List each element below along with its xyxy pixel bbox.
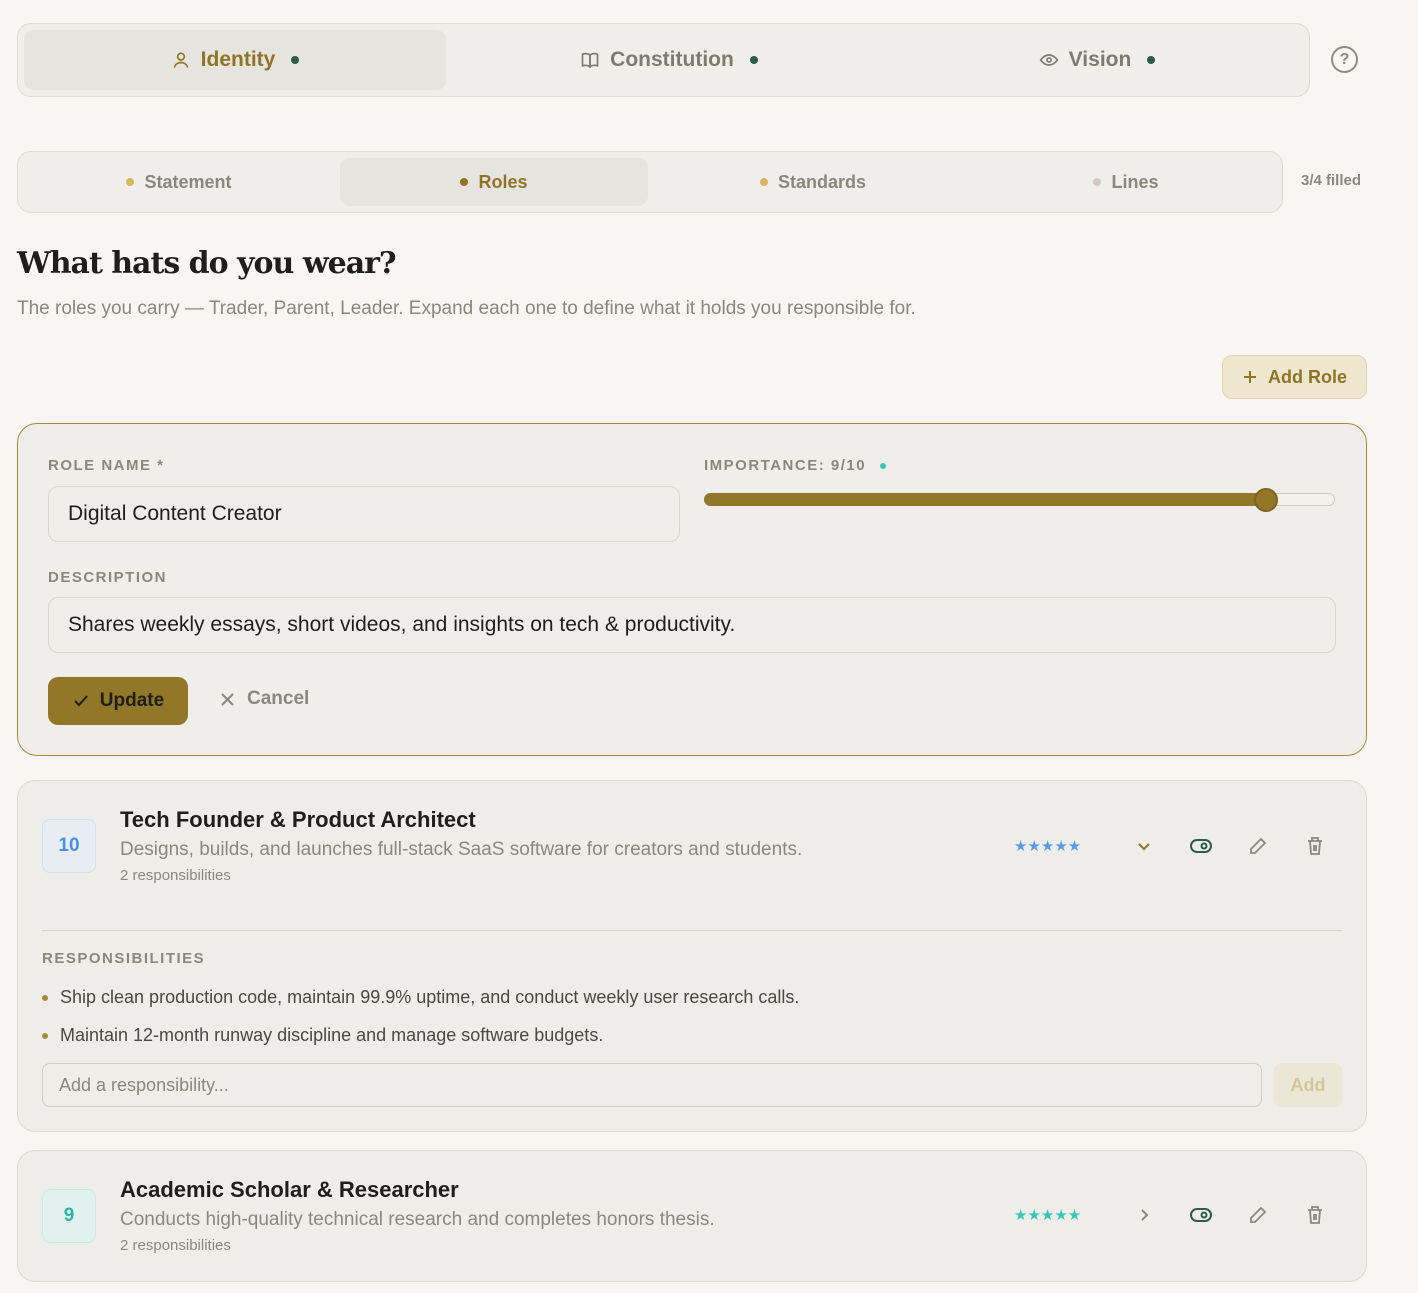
list-item: Ship clean production code, maintain 99.… xyxy=(42,987,799,1008)
help-icon[interactable]: ? xyxy=(1331,46,1358,73)
subtab-dot xyxy=(126,178,135,186)
subtab-standards[interactable]: Standards xyxy=(658,158,968,206)
importance-label: IMPORTANCE: 9/10 xyxy=(704,457,867,474)
role-title: Tech Founder & Product Architect xyxy=(120,807,476,832)
responsibility-text: Ship clean production code, maintain 99.… xyxy=(60,987,800,1007)
chevron-right-icon[interactable] xyxy=(1130,1201,1158,1229)
importance-slider-fill xyxy=(704,493,1266,506)
star-rating: ★★★★★ xyxy=(1014,838,1082,855)
trash-icon[interactable] xyxy=(1301,1201,1329,1229)
visibility-toggle-icon[interactable] xyxy=(1187,832,1215,860)
tab-constitution[interactable]: Constitution xyxy=(458,30,880,90)
responsibility-text: Maintain 12-month runway discipline and … xyxy=(60,1025,604,1045)
importance-slider-thumb[interactable] xyxy=(1254,488,1278,512)
divider xyxy=(42,930,1342,931)
subtab-statement-label: Statement xyxy=(144,171,232,192)
role-description: Conducts high-quality technical research… xyxy=(120,1209,715,1230)
tab-vision-label: Vision xyxy=(1068,48,1132,71)
subtab-lines[interactable]: Lines xyxy=(974,158,1278,206)
user-icon xyxy=(173,52,189,68)
status-dot xyxy=(749,56,758,64)
tab-constitution-label: Constitution xyxy=(610,48,734,71)
add-responsibility-button[interactable]: Add xyxy=(1274,1063,1342,1107)
description-input[interactable]: Shares weekly essays, short videos, and … xyxy=(48,597,1336,653)
importance-badge: 9 xyxy=(42,1189,96,1243)
role-description: Designs, builds, and launches full-stack… xyxy=(120,839,803,860)
update-label: Update xyxy=(99,690,165,711)
update-button[interactable]: Update xyxy=(48,677,188,725)
book-icon xyxy=(581,52,599,69)
eye-icon xyxy=(1039,54,1059,66)
status-dot xyxy=(291,56,300,64)
add-role-label: Add Role xyxy=(1268,366,1347,387)
filled-count: 3/4 filled xyxy=(1301,172,1362,189)
role-name-label: ROLE NAME * xyxy=(48,457,165,474)
responsibilities-heading: RESPONSIBILITIES xyxy=(42,950,206,967)
edit-pencil-icon[interactable] xyxy=(1244,832,1272,860)
check-icon xyxy=(74,695,88,707)
description-label: DESCRIPTION xyxy=(48,569,168,586)
role-title: Academic Scholar & Researcher xyxy=(120,1177,459,1202)
bullet xyxy=(42,1032,48,1039)
chevron-down-icon[interactable] xyxy=(1130,832,1158,860)
subtab-roles[interactable]: Roles xyxy=(340,158,648,206)
trash-icon[interactable] xyxy=(1301,832,1329,860)
list-item: Maintain 12-month runway discipline and … xyxy=(42,1025,603,1046)
subtab-dot xyxy=(1093,178,1102,186)
importance-dot xyxy=(880,462,887,469)
subtab-dot xyxy=(460,178,469,186)
subtab-dot xyxy=(759,178,768,186)
page-title: What hats do you wear? xyxy=(17,246,397,281)
importance-badge: 10 xyxy=(42,819,96,873)
status-dot xyxy=(1147,56,1156,64)
importance-header: IMPORTANCE: 9/10 xyxy=(704,457,887,474)
responsibility-count: 2 responsibilities xyxy=(120,1237,231,1254)
role-name-input[interactable]: Digital Content Creator xyxy=(48,486,680,542)
subtab-standards-label: Standards xyxy=(777,171,867,192)
plus-icon xyxy=(1244,371,1256,383)
tab-identity[interactable]: Identity xyxy=(24,30,446,90)
star-rating: ★★★★★ xyxy=(1014,1207,1082,1224)
section-tabs: Identity Constitution Vision xyxy=(17,23,1310,97)
close-icon xyxy=(221,692,234,706)
responsibility-count: 2 responsibilities xyxy=(120,867,231,884)
add-role-button[interactable]: Add Role xyxy=(1222,355,1367,399)
tab-vision[interactable]: Vision xyxy=(890,30,1304,90)
bullet xyxy=(42,994,48,1001)
subtab-statement[interactable]: Statement xyxy=(24,158,334,206)
cancel-button[interactable]: Cancel xyxy=(220,688,309,710)
subtab-roles-label: Roles xyxy=(478,171,528,192)
visibility-toggle-icon[interactable] xyxy=(1187,1201,1215,1229)
tab-identity-label: Identity xyxy=(200,48,276,71)
subsection-tabs: Statement Roles Standards Lines xyxy=(17,151,1283,213)
edit-pencil-icon[interactable] xyxy=(1244,1201,1272,1229)
page-subtitle: The roles you carry — Trader, Parent, Le… xyxy=(17,298,916,319)
cancel-label: Cancel xyxy=(247,688,310,709)
responsibility-input[interactable]: Add a responsibility... xyxy=(42,1063,1262,1107)
subtab-lines-label: Lines xyxy=(1111,171,1159,192)
